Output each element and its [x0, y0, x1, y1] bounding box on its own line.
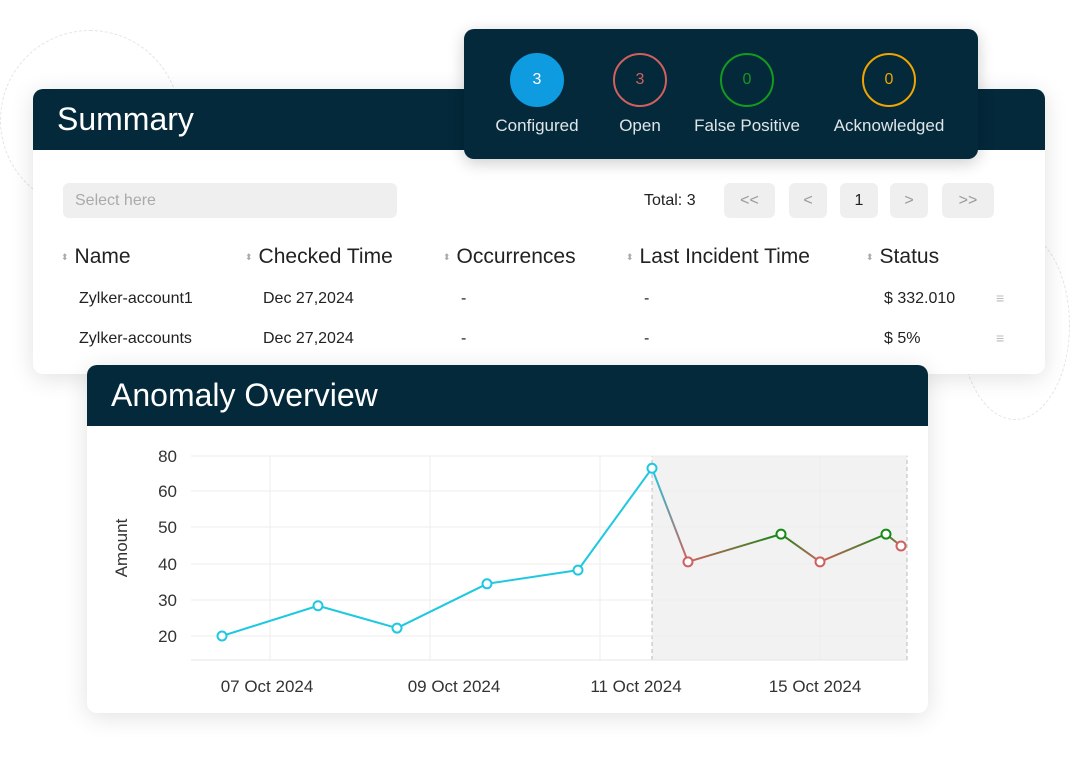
series-segment	[486, 569, 579, 585]
anomaly-title: Anomaly Overview	[87, 365, 928, 426]
y-tick-label: 50	[158, 518, 177, 537]
column-label: Checked Time	[258, 245, 393, 268]
pill-label: Open	[619, 116, 661, 135]
series-segment	[396, 582, 488, 629]
count-circle: 3	[613, 53, 667, 107]
current-page-button[interactable]: 1	[840, 183, 878, 218]
status-summary-panel: 3 Configured 3 Open 0 False Positive 0 Ackno…	[464, 29, 978, 159]
y-tick-label: 20	[158, 627, 177, 646]
cell-checked-time: Dec 27,2024	[263, 330, 354, 347]
series-segment	[317, 604, 398, 630]
data-point	[895, 540, 907, 552]
cell-name: Zylker-accounts	[79, 330, 192, 347]
data-point	[216, 630, 228, 642]
y-tick-label: 60	[158, 482, 177, 501]
series-segment	[577, 467, 653, 571]
y-tick-label: 30	[158, 591, 177, 610]
y-tick-label: 40	[158, 555, 177, 574]
sort-icon: ⬍	[245, 251, 253, 262]
sort-icon: ⬍	[866, 251, 874, 262]
total-count: Total: 3	[644, 192, 696, 209]
count-circle: 0	[720, 53, 774, 107]
next-page-button[interactable]: >	[890, 183, 928, 218]
first-page-button[interactable]: <<	[724, 183, 775, 218]
data-point	[391, 622, 403, 634]
data-point	[312, 600, 324, 612]
y-axis-label: Amount	[112, 518, 131, 577]
column-label: Status	[879, 245, 940, 268]
sort-icon: ⬍	[443, 251, 451, 262]
data-point	[814, 556, 826, 568]
cell-occurrences: -	[461, 290, 467, 307]
x-tick-label: 15 Oct 2024	[769, 677, 862, 696]
column-label: Last Incident Time	[639, 245, 810, 268]
pill-label: Acknowledged	[833, 116, 945, 135]
count-circle: 0	[862, 53, 916, 107]
hamburger-icon[interactable]: ≡	[996, 290, 1004, 306]
column-label: Occurrences	[456, 245, 576, 268]
select-input[interactable]: Select here	[63, 183, 397, 218]
column-header-occurrences[interactable]: ⬍ Occurrences	[443, 245, 576, 269]
hamburger-icon[interactable]: ≡	[996, 330, 1004, 346]
sort-icon: ⬍	[61, 251, 69, 262]
column-header-status[interactable]: ⬍ Status	[866, 245, 939, 269]
pill-label: Configured	[495, 116, 579, 135]
pill-acknowledged[interactable]: 0 Acknowledged	[819, 53, 959, 136]
x-tick-label: 07 Oct 2024	[221, 677, 314, 696]
x-tick-label: 11 Oct 2024	[590, 677, 681, 696]
column-header-checked-time[interactable]: ⬍ Checked Time	[245, 245, 393, 269]
data-point	[646, 462, 658, 474]
last-page-button[interactable]: >>	[942, 183, 994, 218]
cell-status: $ 332.010	[884, 290, 956, 307]
data-point	[775, 528, 787, 540]
column-label: Name	[74, 245, 131, 268]
data-point	[481, 578, 493, 590]
pill-label: False Positive	[694, 116, 800, 135]
column-header-name[interactable]: ⬍ Name	[61, 245, 131, 269]
y-tick-label: 80	[158, 447, 177, 466]
anomaly-chart: 80 60 50 40 30 20 07 Oct 2024 09 Oct 2024 11 Oct…	[112, 447, 908, 696]
cell-status: $ 5%	[884, 330, 921, 347]
data-point	[682, 556, 694, 568]
cell-occurrences: -	[461, 330, 467, 347]
sort-icon: ⬍	[626, 251, 634, 262]
data-point	[880, 528, 892, 540]
cell-checked-time: Dec 27,2024	[263, 290, 354, 307]
column-header-last-incident-time[interactable]: ⬍ Last Incident Time	[626, 245, 810, 269]
pill-false-positive[interactable]: 0 False Positive	[677, 53, 817, 136]
x-tick-label: 09 Oct 2024	[408, 677, 501, 696]
prev-page-button[interactable]: <	[789, 183, 827, 218]
cell-last-incident: -	[644, 330, 650, 347]
data-point	[572, 564, 584, 576]
cell-name: Zylker-account1	[79, 290, 193, 307]
cell-last-incident: -	[644, 290, 650, 307]
anomaly-overview-card: Anomaly Overview 80 60 50 40 30 20 07 Oct 2024…	[87, 365, 928, 713]
count-circle: 3	[510, 53, 564, 107]
